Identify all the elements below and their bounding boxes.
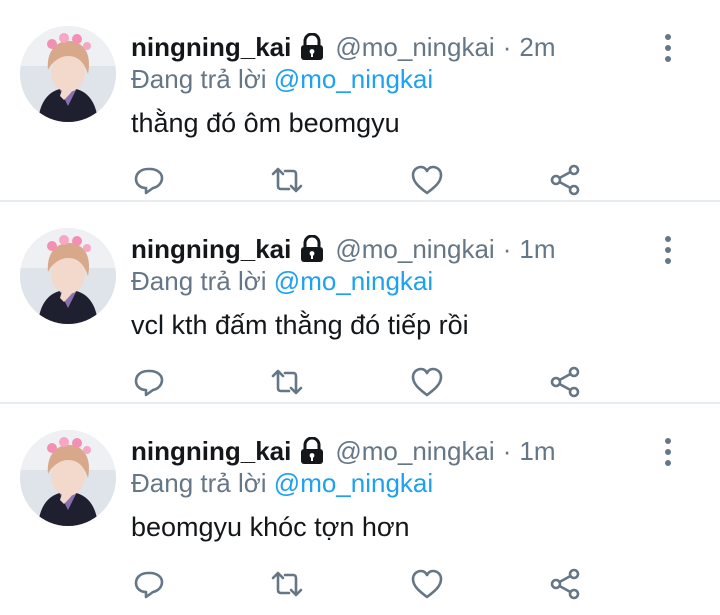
tweet-text: beomgyu khóc tợn hơn <box>131 512 410 542</box>
replying-to-label: Đang trả lời <box>131 468 267 498</box>
retweet-icon[interactable] <box>269 162 305 198</box>
timestamp[interactable]: 1m <box>519 234 555 265</box>
retweet-icon[interactable] <box>269 566 305 602</box>
lock-icon <box>299 436 325 465</box>
share-icon[interactable] <box>547 364 583 400</box>
more-vertical-icon[interactable] <box>656 34 680 62</box>
display-name[interactable]: ningning_kai <box>131 234 291 265</box>
display-name[interactable]: ningning_kai <box>131 436 291 467</box>
avatar[interactable] <box>20 430 116 526</box>
lock-icon <box>299 32 325 61</box>
replying-to: Đang trả lời @mo_ningkai <box>131 64 433 95</box>
display-name[interactable]: ningning_kai <box>131 32 291 63</box>
timestamp[interactable]: 2m <box>519 32 555 63</box>
replying-to: Đang trả lời @mo_ningkai <box>131 266 433 297</box>
separator-dot: · <box>502 233 512 264</box>
tweet[interactable]: ningning_kai @mo_ningkai · 1m Đang trả l… <box>0 404 720 611</box>
reply-mention-link[interactable]: @mo_ningkai <box>274 266 433 296</box>
heart-icon[interactable] <box>409 162 445 198</box>
tweet-header: ningning_kai @mo_ningkai · 1m <box>131 434 556 468</box>
retweet-icon[interactable] <box>269 364 305 400</box>
tweet-actions <box>131 162 591 198</box>
avatar-image <box>20 228 116 324</box>
avatar-image <box>20 430 116 526</box>
separator-dot: · <box>502 31 512 62</box>
tweet-actions <box>131 364 591 400</box>
heart-icon[interactable] <box>409 566 445 602</box>
reply-mention-link[interactable]: @mo_ningkai <box>274 468 433 498</box>
share-icon[interactable] <box>547 162 583 198</box>
reply-icon[interactable] <box>131 162 167 198</box>
handle[interactable]: @mo_ningkai <box>335 32 494 63</box>
tweet-actions <box>131 566 591 602</box>
replying-to-label: Đang trả lời <box>131 266 267 296</box>
tweet-header: ningning_kai @mo_ningkai · 1m <box>131 232 556 266</box>
timestamp[interactable]: 1m <box>519 436 555 467</box>
separator-dot: · <box>502 435 512 466</box>
handle[interactable]: @mo_ningkai <box>335 436 494 467</box>
avatar-image <box>20 26 116 122</box>
share-icon[interactable] <box>547 566 583 602</box>
tweet[interactable]: ningning_kai @mo_ningkai · 2m Đang trả l… <box>0 0 720 202</box>
heart-icon[interactable] <box>409 364 445 400</box>
lock-icon <box>299 234 325 263</box>
tweet-header: ningning_kai @mo_ningkai · 2m <box>131 30 556 64</box>
tweet-text: thằng đó ôm beomgyu <box>131 108 400 138</box>
handle[interactable]: @mo_ningkai <box>335 234 494 265</box>
more-vertical-icon[interactable] <box>656 438 680 466</box>
more-vertical-icon[interactable] <box>656 236 680 264</box>
reply-mention-link[interactable]: @mo_ningkai <box>274 64 433 94</box>
replying-to-label: Đang trả lời <box>131 64 267 94</box>
avatar[interactable] <box>20 228 116 324</box>
avatar[interactable] <box>20 26 116 122</box>
reply-icon[interactable] <box>131 364 167 400</box>
replying-to: Đang trả lời @mo_ningkai <box>131 468 433 499</box>
tweet-feed: ningning_kai @mo_ningkai · 2m Đang trả l… <box>0 0 720 615</box>
tweet-text: vcl kth đấm thằng đó tiếp rồi <box>131 310 469 340</box>
reply-icon[interactable] <box>131 566 167 602</box>
tweet[interactable]: ningning_kai @mo_ningkai · 1m Đang trả l… <box>0 202 720 404</box>
